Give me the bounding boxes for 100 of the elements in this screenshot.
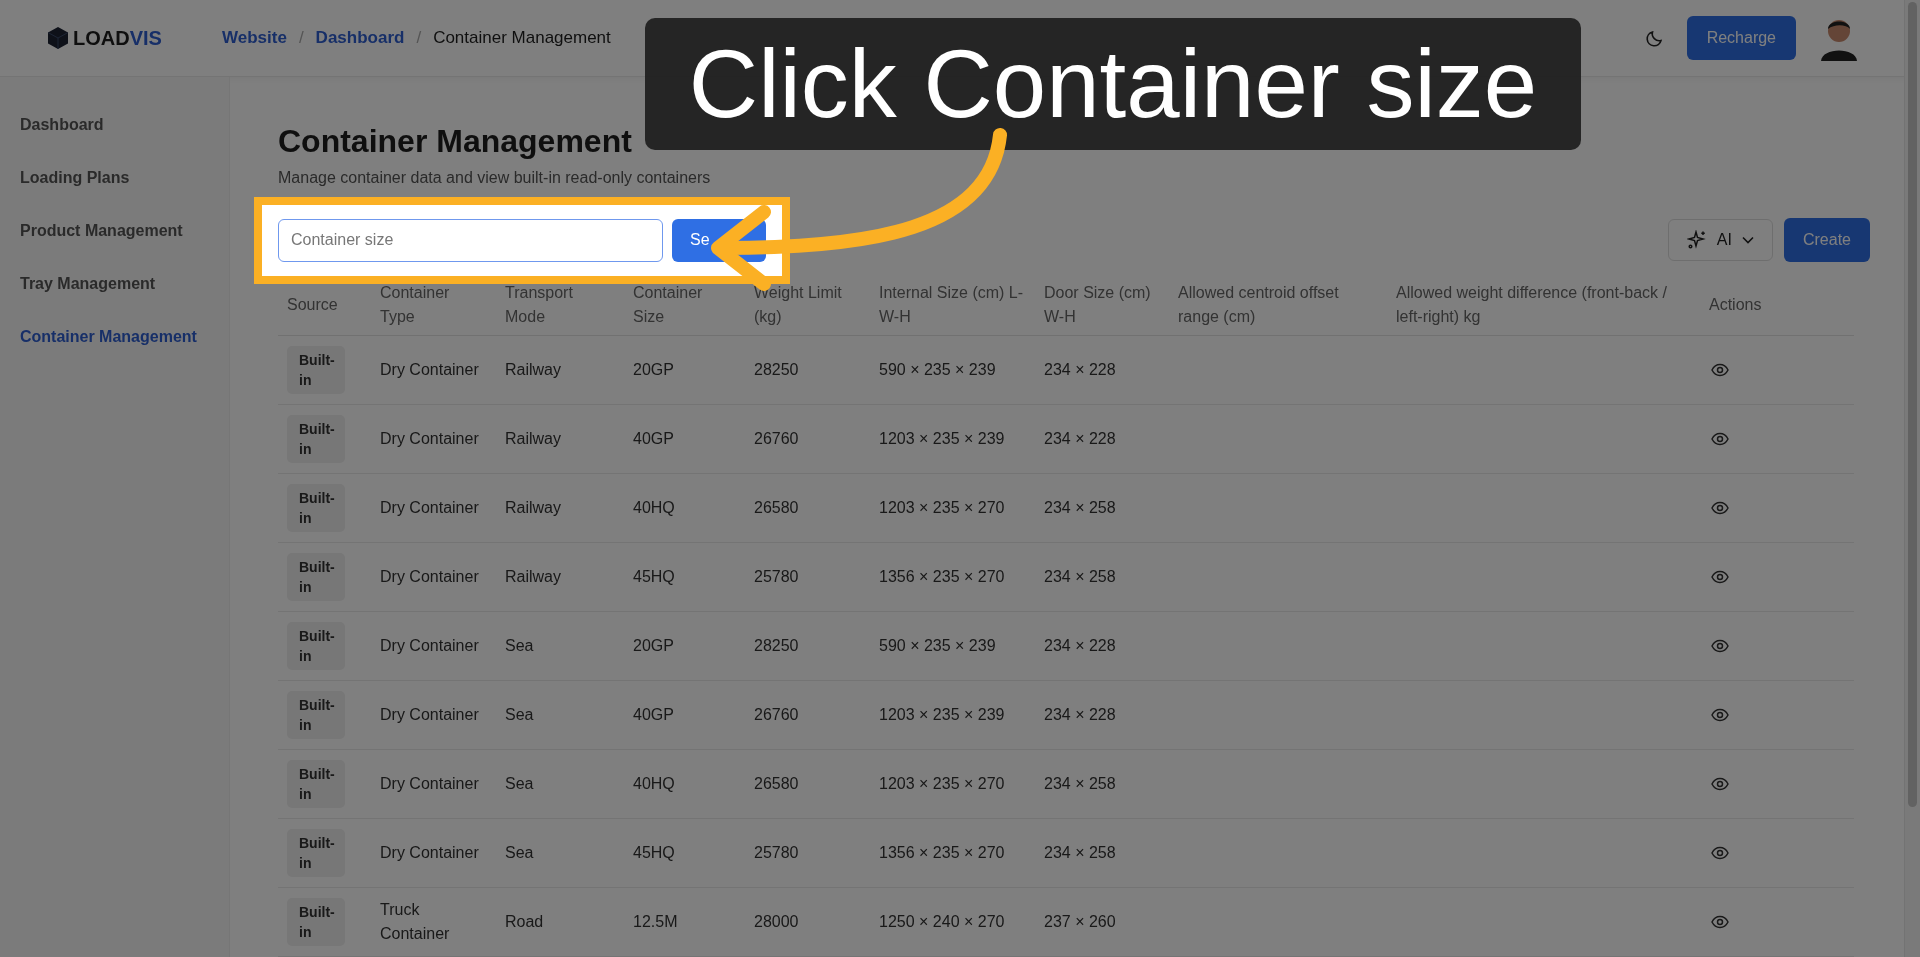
column-header: Actions xyxy=(1700,277,1854,336)
view-icon[interactable] xyxy=(1711,846,1729,860)
column-header: Internal Size (cm) L-W-H xyxy=(870,277,1035,336)
recharge-button[interactable]: Recharge xyxy=(1686,16,1796,60)
table-cell-text: 45HQ xyxy=(633,567,675,587)
table-cell-text: 234 × 228 xyxy=(1044,429,1116,449)
column-header: Allowed centroid offset range (cm) xyxy=(1169,277,1387,336)
table-cell-text: 1203 × 235 × 239 xyxy=(879,705,1005,725)
source-badge: Built-in xyxy=(287,622,345,670)
table-cell-text: 237 × 260 xyxy=(1044,912,1116,932)
table-cell-text: Dry Container xyxy=(380,498,479,518)
table-cell-text: Sea xyxy=(505,636,534,656)
sidebar-item[interactable]: Dashboard xyxy=(0,113,229,137)
table-cell-text: Truck Container xyxy=(380,900,451,944)
source-badge: Built-in xyxy=(287,553,345,601)
column-header: Allowed weight difference (front-back / left-right) kg xyxy=(1387,277,1700,336)
table-cell-text: 26760 xyxy=(754,429,799,449)
breadcrumb-current: Container Management xyxy=(433,28,611,48)
chevron-down-icon xyxy=(1741,236,1754,244)
breadcrumb-separator: / xyxy=(298,28,304,48)
breadcrumb-separator: / xyxy=(416,28,422,48)
table-cell-text: Dry Container xyxy=(380,843,479,863)
table-cell-text: 28000 xyxy=(754,912,799,932)
table-cell-text: Railway xyxy=(505,360,561,380)
table-cell-text: Dry Container xyxy=(380,774,479,794)
sparkle-icon xyxy=(1686,230,1707,250)
column-header: Door Size (cm) W-H xyxy=(1035,277,1169,336)
source-badge: Built-in xyxy=(287,346,345,394)
table-cell-text: Sea xyxy=(505,705,534,725)
table-cell-text: 234 × 258 xyxy=(1044,774,1116,794)
source-badge: Built-in xyxy=(287,829,345,877)
table-cell-text: 20GP xyxy=(633,636,674,656)
view-icon[interactable] xyxy=(1711,432,1729,446)
view-icon[interactable] xyxy=(1711,777,1729,791)
table-cell-text: Road xyxy=(505,912,544,932)
table-cell-text: 40GP xyxy=(633,429,674,449)
table-cell-text: 45HQ xyxy=(633,843,675,863)
table-cell-text: Dry Container xyxy=(380,636,479,656)
view-icon[interactable] xyxy=(1711,570,1729,584)
page-subtitle: Manage container data and view built-in read-only containers xyxy=(278,169,712,187)
breadcrumb-link[interactable]: Website xyxy=(222,28,287,48)
table-cell-text: 20GP xyxy=(633,360,674,380)
source-badge: Built-in xyxy=(287,898,345,946)
cube-icon xyxy=(47,26,69,50)
table-cell-text: 25780 xyxy=(754,567,799,587)
source-badge: Built-in xyxy=(287,760,345,808)
table-cell-text: 26580 xyxy=(754,498,799,518)
scrollbar-thumb[interactable] xyxy=(1908,2,1917,807)
breadcrumb-link[interactable]: Dashboard xyxy=(315,28,405,48)
table-cell-text: 1203 × 235 × 270 xyxy=(879,774,1005,794)
table-cell-text: 234 × 258 xyxy=(1044,843,1116,863)
table-cell-text: 234 × 228 xyxy=(1044,636,1116,656)
table-cell-text: 26760 xyxy=(754,705,799,725)
table-cell-text: 1203 × 235 × 239 xyxy=(879,429,1005,449)
table-cell-text: 590 × 235 × 239 xyxy=(879,636,996,656)
tutorial-callout: Click Container size xyxy=(645,18,1581,150)
table-cell-text: Dry Container xyxy=(380,360,479,380)
table-cell-text: 25780 xyxy=(754,843,799,863)
page-title: Container Management xyxy=(278,122,633,161)
source-badge: Built-in xyxy=(287,415,345,463)
view-icon[interactable] xyxy=(1711,708,1729,722)
logo[interactable]: LOADVIS xyxy=(47,26,222,50)
view-icon[interactable] xyxy=(1711,639,1729,653)
table-cell-text: Railway xyxy=(505,498,561,518)
ai-button[interactable]: AI xyxy=(1667,219,1773,261)
table-cell-text: 234 × 258 xyxy=(1044,498,1116,518)
view-icon[interactable] xyxy=(1711,501,1729,515)
table-cell-text: 1250 × 240 × 270 xyxy=(879,912,1005,932)
table-cell-text: 28250 xyxy=(754,636,799,656)
view-icon[interactable] xyxy=(1711,363,1729,377)
table-cell-text: 1203 × 235 × 270 xyxy=(879,498,1005,518)
table-cell-text: 234 × 228 xyxy=(1044,360,1116,380)
search-field[interactable]: Container size xyxy=(278,218,663,262)
sidebar-item[interactable]: Product Management xyxy=(0,219,229,243)
table-cell-text: 234 × 258 xyxy=(1044,567,1116,587)
sidebar-item[interactable]: Tray Management xyxy=(0,272,229,296)
table-cell-text: 40GP xyxy=(633,705,674,725)
table-cell-text: 1356 × 235 × 270 xyxy=(879,567,1005,587)
moon-icon[interactable] xyxy=(1644,28,1665,48)
table-cell-text: 40HQ xyxy=(633,774,675,794)
table-cell-text: Railway xyxy=(505,429,561,449)
sidebar-item[interactable]: Loading Plans xyxy=(0,166,229,190)
view-icon[interactable] xyxy=(1711,915,1729,929)
table-cell-text: Dry Container xyxy=(380,429,479,449)
source-badge: Built-in xyxy=(287,484,345,532)
sidebar-item[interactable]: Container Management xyxy=(0,325,229,349)
table-cell-text: 28250 xyxy=(754,360,799,380)
table-cell-text: 590 × 235 × 239 xyxy=(879,360,996,380)
table-cell-text: Dry Container xyxy=(380,705,479,725)
table-cell-text: Sea xyxy=(505,774,534,794)
table-cell-text: 40HQ xyxy=(633,498,675,518)
table-cell-text: Sea xyxy=(505,843,534,863)
table-cell-text: 234 × 228 xyxy=(1044,705,1116,725)
create-button[interactable]: Create xyxy=(1783,218,1870,262)
table-cell-text: 26580 xyxy=(754,774,799,794)
table-cell-text: 1356 × 235 × 270 xyxy=(879,843,1005,863)
table-cell-text: Railway xyxy=(505,567,561,587)
table-cell-text: 12.5M xyxy=(633,912,678,932)
table-cell-text: Dry Container xyxy=(380,567,479,587)
source-badge: Built-in xyxy=(287,691,345,739)
